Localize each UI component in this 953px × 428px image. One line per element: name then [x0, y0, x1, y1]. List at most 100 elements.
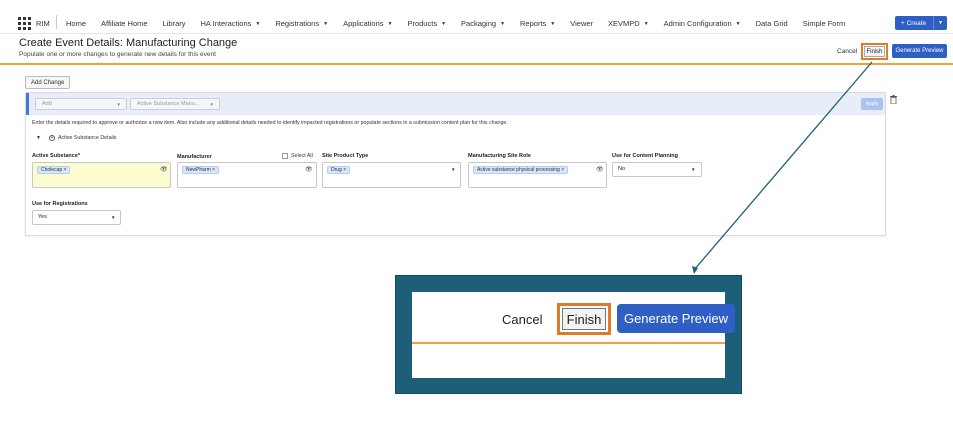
nav-item-affiliate-home[interactable]: Affiliate Home: [101, 19, 148, 28]
nav-item-label: Library: [162, 19, 186, 28]
nav-item-products[interactable]: Products ▼: [407, 19, 446, 28]
chevron-down-icon: ▼: [387, 20, 393, 27]
active-substance-field[interactable]: Cholecap × 👁: [32, 162, 171, 188]
nav-item-library[interactable]: Library: [163, 19, 186, 28]
nav-item-xevmpd[interactable]: XEVMPD ▼: [608, 19, 649, 28]
manufacturer-field[interactable]: NewPharm × 👁: [177, 162, 317, 188]
nav-item-reports[interactable]: Reports ▼: [520, 19, 555, 28]
chevron-down-icon: ▼: [116, 101, 121, 107]
nav-item-label: Registrations: [275, 19, 320, 28]
nav-item-registrations[interactable]: Registrations ▼: [275, 19, 328, 28]
chevron-down-icon: ▼: [441, 20, 447, 27]
cancel-button[interactable]: Cancel: [837, 48, 857, 55]
site-product-type-chip[interactable]: Drug ×: [327, 166, 351, 174]
nav-item-simple-form[interactable]: Simple Form: [803, 19, 846, 28]
instructions-text: Enter the details required to approve or…: [32, 120, 508, 126]
chevron-down-icon: ▼: [691, 167, 696, 172]
change-type-value: Active Substance Manu...: [137, 101, 200, 107]
chevron-down-icon[interactable]: ▼: [451, 167, 455, 172]
chevron-down-icon: ▼: [323, 20, 329, 27]
registrations-value: Yes: [38, 214, 47, 220]
select-all-label: Select All: [291, 153, 313, 159]
nav-item-label: Home: [66, 19, 87, 28]
nav-item-label: Packaging: [461, 19, 497, 28]
registrations-label: Use for Registrations: [32, 201, 88, 207]
chevron-down-icon: ▼: [255, 20, 261, 27]
nav-item-applications[interactable]: Applications ▼: [343, 19, 392, 28]
site-role-chip[interactable]: Active substance physical processing ×: [473, 166, 569, 174]
zoom-finish-highlight: Finish: [557, 303, 611, 335]
zoom-orange-divider: [412, 342, 725, 344]
nav-divider: [56, 15, 57, 29]
eye-icon[interactable]: 👁: [305, 166, 313, 173]
change-type-select[interactable]: Active Substance Manu... ▼: [130, 98, 220, 110]
site-role-field[interactable]: Active substance physical processing × 👁: [468, 162, 607, 188]
nav-item-label: XEVMPD: [608, 19, 640, 28]
nav-menu: Home Affiliate Home Library HA Interactions…: [66, 19, 860, 28]
nav-item-label: Affiliate Home: [101, 19, 148, 28]
page-title: Create Event Details: Manufacturing Chan…: [19, 37, 238, 49]
chevron-down-icon: ▼: [209, 101, 214, 107]
content-planning-label: Use for Content Planning: [612, 153, 678, 159]
zoom-callout-content: Cancel Finish Generate Preview: [412, 292, 735, 378]
change-toolbar: Add ▼ Active Substance Manu... ▼ Apply: [26, 93, 885, 115]
active-substance-chip[interactable]: Cholecap ×: [37, 166, 71, 174]
create-button[interactable]: + Create ▼: [895, 16, 947, 30]
nav-item-ha-interactions[interactable]: HA Interactions ▼: [201, 19, 261, 28]
finish-button[interactable]: Finish: [864, 46, 885, 57]
site-product-type-field[interactable]: Drug × ▼: [322, 162, 461, 188]
nav-item-packaging[interactable]: Packaging ▼: [461, 19, 505, 28]
page-subtitle: Populate one or more changes to generate…: [19, 51, 216, 58]
eye-icon[interactable]: 👁: [160, 166, 168, 173]
zoom-cancel-button[interactable]: Cancel: [502, 312, 542, 327]
zoom-callout: Cancel Finish Generate Preview: [395, 275, 742, 394]
create-label[interactable]: + Create: [895, 20, 933, 27]
manufacturer-label: Manufacturer: [177, 154, 212, 160]
nav-item-home[interactable]: Home: [66, 19, 86, 28]
nav-item-label: Reports: [520, 19, 547, 28]
app-grid-icon[interactable]: [18, 17, 31, 30]
nav-item-admin-configuration[interactable]: Admin Configuration ▼: [664, 19, 741, 28]
content-planning-select[interactable]: No ▼: [612, 162, 702, 177]
chevron-down-icon: ▼: [111, 215, 116, 220]
nav-item-data-grid[interactable]: Data Grid: [756, 19, 788, 28]
registrations-select[interactable]: Yes ▼: [32, 210, 121, 225]
select-all-checkbox[interactable]: Select All: [282, 153, 313, 159]
generate-preview-button[interactable]: Generate Preview: [892, 44, 947, 58]
plus-circle-icon: +: [48, 135, 55, 141]
site-role-label: Manufacturing Site Role: [468, 153, 531, 159]
nav-item-label: Viewer: [570, 19, 594, 28]
create-dropdown-icon[interactable]: ▼: [933, 16, 947, 30]
zoom-generate-preview-button[interactable]: Generate Preview: [617, 304, 735, 333]
content-planning-value: No: [618, 166, 626, 172]
collapse-caret-icon: ▼: [36, 135, 41, 141]
nav-item-viewer[interactable]: Viewer: [570, 19, 593, 28]
checkbox-icon[interactable]: [282, 153, 288, 159]
trash-icon[interactable]: [890, 95, 897, 104]
nav-item-label: Simple Form: [802, 19, 846, 28]
chevron-down-icon: ▼: [500, 20, 506, 27]
nav-item-label: Admin Configuration: [663, 19, 732, 28]
add-change-button[interactable]: Add Change: [25, 76, 71, 89]
nav-item-label: Products: [407, 19, 438, 28]
finish-highlight: Finish: [861, 43, 888, 60]
header-divider: [0, 63, 953, 65]
change-panel: Add ▼ Active Substance Manu... ▼ Apply E…: [25, 92, 886, 236]
chevron-down-icon: ▼: [550, 20, 556, 27]
section-toggle[interactable]: ▼ + Active Substance Details: [36, 135, 117, 141]
eye-icon[interactable]: 👁: [596, 166, 604, 173]
nav-item-label: Applications: [343, 19, 384, 28]
active-substance-label: Active Substance*: [32, 153, 80, 159]
add-select-value: Add: [42, 101, 52, 107]
app-name[interactable]: RIM: [36, 19, 50, 28]
site-product-type-label: Site Product Type: [322, 153, 369, 159]
apply-button[interactable]: Apply: [861, 98, 883, 110]
manufacturer-chip[interactable]: NewPharm ×: [182, 166, 220, 174]
nav-item-label: Data Grid: [755, 19, 788, 28]
chevron-down-icon: ▼: [643, 20, 649, 27]
top-nav: RIM Home Affiliate Home Library HA Interact…: [0, 0, 953, 34]
add-select[interactable]: Add ▼: [35, 98, 127, 110]
zoom-finish-button[interactable]: Finish: [562, 308, 606, 330]
nav-item-label: HA Interactions: [200, 19, 252, 28]
chevron-down-icon: ▼: [735, 20, 741, 27]
